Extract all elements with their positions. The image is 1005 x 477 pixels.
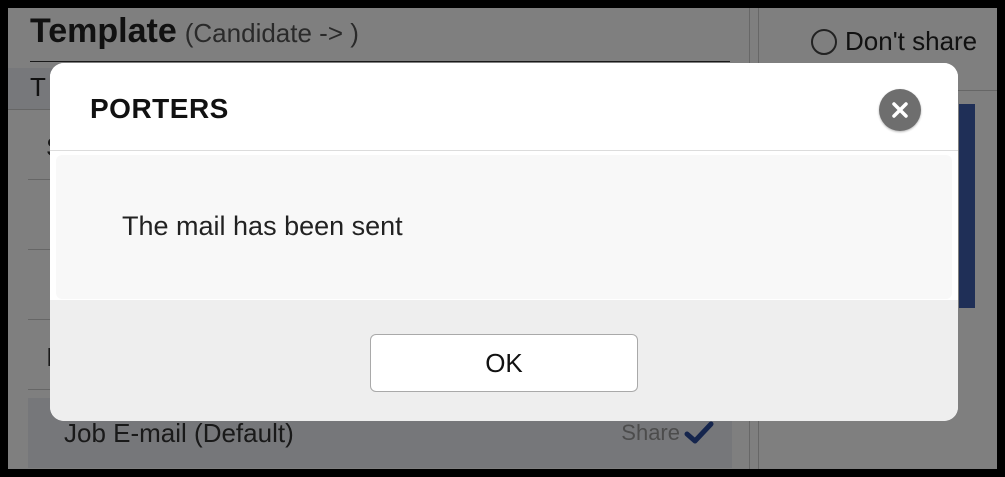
message-dialog: PORTERS The mail has been sent OK <box>50 63 958 421</box>
ok-button[interactable]: OK <box>370 334 638 392</box>
dialog-title: PORTERS <box>90 93 229 124</box>
dialog-footer: OK <box>50 300 958 421</box>
dialog-header: PORTERS <box>50 63 958 151</box>
close-icon <box>892 102 908 118</box>
close-button[interactable] <box>879 89 921 131</box>
screen: Template (Candidate -> ) T S I Job E-mai… <box>8 8 997 469</box>
dialog-message: The mail has been sent <box>122 211 403 241</box>
dialog-body: The mail has been sent <box>56 155 952 299</box>
